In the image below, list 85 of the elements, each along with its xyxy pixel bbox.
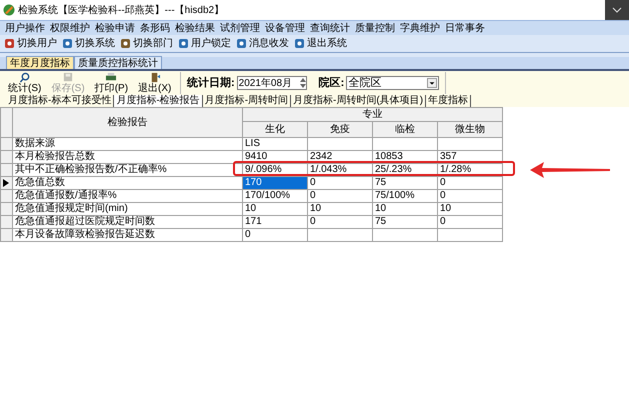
toolbar-icon: [294, 38, 305, 49]
table-cell-text: 0: [309, 190, 316, 201]
toolbar-icon: [4, 38, 15, 49]
table-cell-text: 0: [309, 177, 316, 188]
tab[interactable]: 年度指标: [426, 95, 472, 107]
chevron-icon: [612, 7, 622, 13]
app-logo-icon: [3, 4, 15, 16]
table-cell-text: 10: [309, 203, 322, 214]
table-cell-text: 75/100%: [374, 190, 414, 201]
menu-item[interactable]: 质量控制: [354, 20, 396, 36]
table-cell: 危急值通报超过医院规定时间数: [12, 216, 242, 228]
toolbar-button[interactable]: 切换部门: [120, 36, 173, 51]
tab[interactable]: 年度月度指标: [6, 56, 74, 69]
table-cell-text: 9/.096%: [244, 164, 282, 175]
toolbar-button[interactable]: 切换用户: [4, 36, 57, 51]
column-header: 微生物: [438, 122, 502, 138]
menu-item[interactable]: 条形码: [139, 20, 171, 36]
table-cell-text: 10: [244, 203, 256, 214]
toolbar-button[interactable]: 消息收发: [236, 36, 289, 51]
table-cell: 数据来源: [12, 138, 242, 150]
table-cell-text: 0: [439, 216, 446, 227]
column-header: 免疫: [308, 122, 372, 138]
table-cell-text: 9410: [244, 151, 268, 162]
table-cell-text: 0: [439, 177, 446, 188]
table-cell-text: 0: [439, 190, 446, 201]
chevron-button[interactable]: [605, 0, 629, 20]
menu-item[interactable]: 检验申请: [94, 20, 136, 36]
table-cell-text: 10: [374, 203, 386, 214]
table-cell: 危急值通报规定时间(min): [12, 202, 242, 216]
toolbar-icon: [236, 38, 247, 49]
toolbar-icon: [62, 72, 74, 83]
date-label: 统计日期:: [187, 76, 235, 91]
toolbar-button[interactable]: 退出(X): [138, 72, 172, 94]
spinner-icon: [300, 77, 306, 89]
toolbar-icon: [120, 38, 131, 49]
toolbar-icon: [62, 38, 73, 49]
table-cell-text: 75: [374, 216, 386, 227]
table-cell-text: 357: [439, 151, 457, 162]
toolbar-button[interactable]: 打印(P): [94, 72, 128, 94]
menu-item[interactable]: 字典维护: [399, 20, 441, 36]
column-group-header: 专业: [242, 108, 502, 122]
menu-item[interactable]: 设备管理: [264, 20, 306, 36]
table-cell-text: 1/.043%: [309, 164, 347, 175]
tab[interactable]: 月度指标-周转时间(具体项目): [291, 95, 426, 107]
table-cell-text: 0: [244, 229, 251, 240]
toolbar-icon: [105, 72, 118, 83]
menu-item[interactable]: 查询统计: [309, 20, 351, 36]
table-cell-text: 25/.23%: [374, 164, 412, 175]
date-field[interactable]: 2021年08月: [236, 76, 307, 90]
tab[interactable]: 月度指标-标本可接受性: [6, 95, 114, 107]
toolbar-icon: [178, 38, 189, 49]
column-header: 检验报告: [12, 108, 242, 138]
toolbar-button[interactable]: 统计(S): [8, 72, 42, 94]
table-cell: 本月检验报告总数: [12, 150, 242, 164]
toolbar-button[interactable]: 退出系统: [294, 36, 347, 51]
table-cell-text: 170: [244, 177, 262, 188]
tab[interactable]: 质量质控指标统计: [74, 56, 162, 69]
toolbar-icon: [18, 72, 31, 83]
menu-item[interactable]: 权限维护: [49, 20, 91, 36]
table-cell-text: 171: [244, 216, 262, 227]
table-cell: 本月设备故障致检验报告延迟数: [12, 228, 242, 242]
campus-dropdown[interactable]: 全院区: [346, 76, 440, 90]
tab[interactable]: 月度指标-周转时间: [202, 95, 292, 107]
table-cell-text: 10: [439, 203, 452, 214]
toolbar-button[interactable]: 切换系统: [62, 36, 115, 51]
menu-item[interactable]: 试剂管理: [219, 20, 261, 36]
tab[interactable]: 月度指标-检验报告: [114, 95, 203, 107]
menu-item[interactable]: 日常事务: [444, 20, 486, 36]
column-header: 生化: [242, 122, 308, 138]
table-cell: 其中不正确检验报告数/不正确率%: [12, 164, 242, 176]
table-cell: 危急值通报数/通报率%: [12, 190, 242, 202]
menu-item[interactable]: 用户操作: [4, 20, 46, 36]
menu-item[interactable]: 检验结果: [174, 20, 216, 36]
window-title: 检验系统【医学检验科--邱燕英】---【hisdb2】: [18, 4, 224, 18]
toolbar-button[interactable]: 用户锁定: [178, 36, 231, 51]
table-cell-text: 75: [374, 177, 386, 188]
table-cell-text: 2342: [309, 151, 332, 162]
campus-label: 院区:: [318, 76, 344, 91]
table-cell-text: 1/.28%: [439, 164, 472, 175]
table-cell-text: 0: [309, 216, 316, 227]
column-header: 临检: [372, 122, 438, 138]
table-cell: 危急值总数: [12, 176, 242, 190]
table-cell-text: 170/100%: [244, 190, 290, 201]
table-cell-text: 10853: [374, 151, 403, 162]
table-cell-text: LIS: [244, 138, 260, 149]
